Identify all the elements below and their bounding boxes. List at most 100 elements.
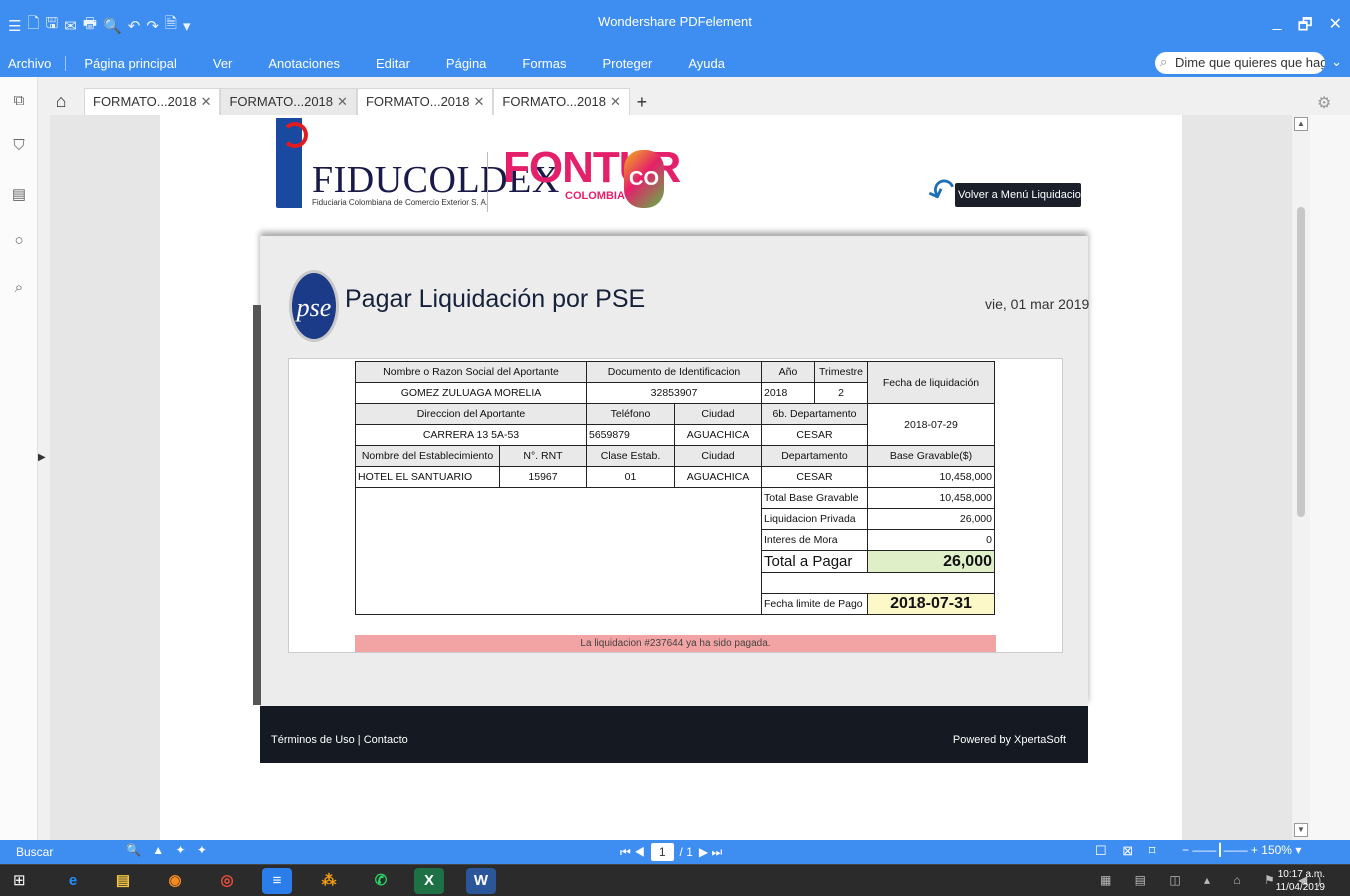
value-razon-social: GOMEZ ZULUAGA MORELIA [355, 382, 587, 404]
value-liquidacion-privada: 26,000 [867, 508, 995, 530]
system-clock[interactable]: 10:17 a.m. 11/04/2019 [1275, 868, 1325, 894]
menu-formas[interactable]: Formas [504, 56, 584, 71]
menu-anotaciones[interactable]: Anotaciones [250, 56, 358, 71]
document-tab[interactable]: FORMATO...2018 ✕ [84, 88, 221, 115]
vertical-scrollbar[interactable]: ▲ ▼ [1294, 115, 1310, 840]
butterfly-app-icon[interactable]: ⁂ [314, 868, 344, 894]
header-clase: Clase Estab. [586, 445, 675, 467]
zoom-slider[interactable]: ——┃—— [1192, 843, 1251, 857]
document-tab[interactable]: FORMATO...2018 ✕ [220, 88, 357, 115]
word-icon[interactable]: W [466, 868, 496, 894]
help-search-input[interactable]: ⌕ Dime que quieres que hag [1155, 52, 1325, 74]
value-trimestre: 2 [814, 382, 868, 404]
value-direccion: CARRERA 13 5A-53 [355, 424, 587, 446]
value-anio: 2018 [761, 382, 815, 404]
page-footer: Términos de Uso | Contacto Powered by Xp… [260, 706, 1088, 763]
clock-date: 11/04/2019 [1275, 882, 1325, 893]
close-tab-icon[interactable]: ✕ [337, 94, 348, 109]
find-navigation-icons[interactable]: 🔍 ▲ ✦ ✦ [126, 843, 211, 857]
ie-icon[interactable]: e [58, 868, 88, 894]
tab-label: FORMATO...2018 [365, 94, 470, 109]
zoom-level[interactable]: 150% [1261, 843, 1292, 857]
menu-editar[interactable]: Editar [358, 56, 428, 71]
menu-ayuda[interactable]: Ayuda [670, 56, 743, 71]
thumbnails-icon[interactable]: ⧉ [11, 92, 27, 110]
comment-icon[interactable]: ▤ [11, 185, 27, 203]
right-pane [1310, 115, 1350, 840]
scrollbar-thumb[interactable] [1297, 207, 1305, 517]
sidebar-expand-icon[interactable]: ▶ [38, 452, 46, 463]
prev-page-icons[interactable]: ⏮ ◀ [620, 845, 645, 860]
find-label[interactable]: Buscar [16, 845, 53, 859]
tab-label: FORMATO...2018 [93, 94, 197, 109]
excel-icon[interactable]: X [414, 868, 444, 894]
page-navigator: ⏮ ◀ 1 / 1 ▶ ⏭ [620, 843, 722, 861]
label-total-pagar: Total a Pagar [761, 550, 868, 573]
header-ciudad: Ciudad [674, 403, 762, 425]
value-ciudad: AGUACHICA [674, 424, 762, 446]
pse-logo: pse [289, 270, 339, 342]
powered-by: Powered by XpertaSoft [952, 734, 1066, 746]
back-to-menu-button[interactable]: Volver a Menú Liquidaciones [955, 183, 1099, 207]
header-rnt: N°. RNT [499, 445, 587, 467]
header-telefono: Teléfono [586, 403, 675, 425]
minimize-button[interactable]: _ [1273, 14, 1282, 41]
whatsapp-icon[interactable]: ✆ [366, 868, 396, 894]
header-base-gravable: Base Gravable($) [867, 445, 995, 467]
clock-time: 10:17 a.m. [1277, 869, 1325, 880]
header-direccion: Direccion del Aportante [355, 403, 587, 425]
header-razon-social: Nombre o Razon Social del Aportante [355, 361, 587, 383]
close-tab-icon[interactable]: ✕ [474, 94, 485, 109]
file-explorer-icon[interactable]: ▤ [108, 868, 138, 894]
bookmark-icon[interactable]: ⛉ [11, 137, 27, 155]
value-total-base: 10,458,000 [867, 487, 995, 509]
header-establecimiento: Nombre del Establecimiento [355, 445, 500, 467]
header-departamento: Departamento [761, 445, 868, 467]
menu-pagina-principal[interactable]: Página principal [66, 56, 195, 71]
zoom-control[interactable]: − ——┃—— + 150% ▾ [1182, 843, 1301, 857]
menu-ver[interactable]: Ver [195, 56, 251, 71]
value-documento: 32853907 [586, 382, 762, 404]
chrome-icon[interactable]: ◎ [212, 868, 242, 894]
window-controls: _ 🗗 ✕ [1273, 14, 1342, 41]
scroll-down-icon[interactable]: ▼ [1294, 823, 1308, 837]
value-fecha-limite: 2018-07-31 [867, 593, 995, 615]
close-button[interactable]: ✕ [1329, 14, 1342, 41]
restore-button[interactable]: 🗗 [1298, 14, 1313, 41]
add-tab-button[interactable]: + [630, 89, 654, 115]
document-tab[interactable]: FORMATO...2018 ✕ [493, 88, 630, 115]
menu-pagina[interactable]: Página [428, 56, 504, 71]
menu-proteger[interactable]: Proteger [584, 56, 670, 71]
search-page-icon[interactable]: ⌕ [11, 279, 27, 297]
windows-start-icon[interactable]: ⊞ [13, 871, 35, 891]
ribbon-expand-icon[interactable]: ⌄ [1331, 54, 1342, 70]
search-icon: ⌕ [1160, 54, 1168, 69]
search-icon[interactable]: ○ [11, 232, 27, 250]
page-number-input[interactable]: 1 [650, 843, 674, 861]
document-tab[interactable]: FORMATO...2018 ✕ [356, 88, 494, 115]
close-tab-icon[interactable]: ✕ [610, 94, 621, 109]
docs-icon[interactable]: ≡ [262, 868, 292, 894]
page-total: / 1 [679, 845, 693, 859]
zoom-in-icon[interactable]: + [1251, 843, 1258, 857]
value-total-pagar: 26,000 [867, 550, 995, 573]
zoom-out-icon[interactable]: − [1182, 843, 1189, 857]
status-bar: Buscar 🔍 ▲ ✦ ✦ ⏮ ◀ 1 / 1 ▶ ⏭ ☐ ⊠ ⌑ − ——┃… [0, 840, 1350, 864]
value-rnt: 15967 [499, 466, 587, 488]
paid-status-message: La liquidacion #237644 ya ha sido pagada… [355, 635, 996, 652]
footer-links[interactable]: Términos de Uso | Contacto [271, 734, 408, 746]
firefox-icon[interactable]: ◉ [160, 868, 190, 894]
fontur-country: COLOMBIA [565, 190, 625, 202]
scroll-up-icon[interactable]: ▲ [1294, 117, 1308, 131]
next-page-icons[interactable]: ▶ ⏭ [699, 845, 722, 860]
current-date: vie, 01 mar 2019 [985, 296, 1090, 312]
menu-archivo[interactable]: Archivo [0, 56, 67, 71]
close-tab-icon[interactable]: ✕ [201, 94, 212, 109]
view-mode-icons[interactable]: ☐ ⊠ ⌑ [1095, 843, 1161, 859]
header-departamento-6b: 6b. Departamento [761, 403, 868, 425]
home-icon[interactable]: ⌂ [38, 87, 84, 115]
fiducoldex-subtitle: Fiduciaria Colombiana de Comercio Exteri… [312, 198, 489, 207]
settings-gear-icon[interactable]: ⚙ [1317, 93, 1331, 113]
fontur-badge: CO [624, 150, 664, 208]
left-sidebar: ⧉ ⛉ ▤ ○ ⌕ [0, 77, 38, 840]
